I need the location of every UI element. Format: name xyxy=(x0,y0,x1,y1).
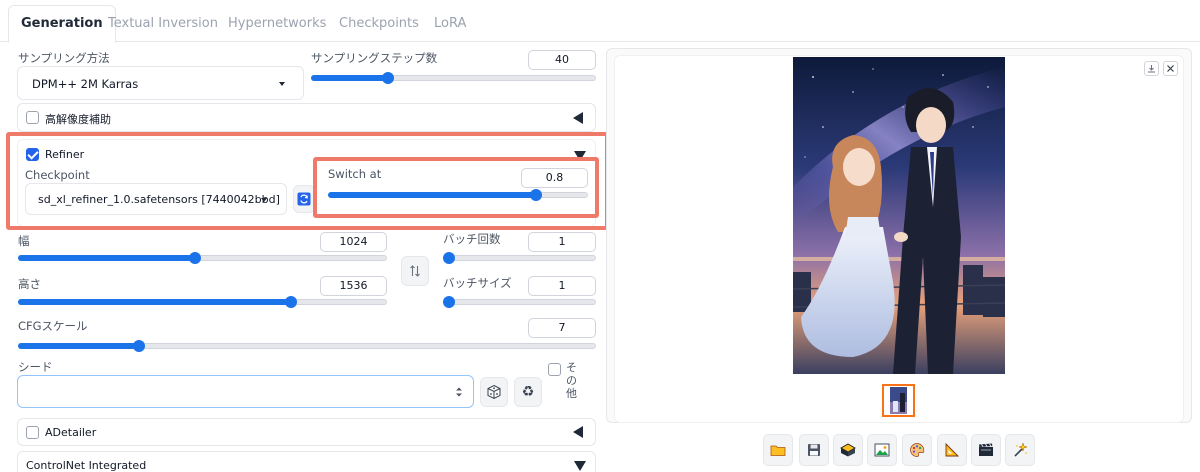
send-to-video-button[interactable] xyxy=(971,434,1001,466)
open-folder-button[interactable] xyxy=(763,434,793,466)
cfg-scale-input[interactable]: 7 xyxy=(528,318,596,338)
palette-icon xyxy=(910,443,925,457)
cfg-scale-label: CFGスケール xyxy=(18,319,88,333)
seed-input[interactable] xyxy=(17,375,474,408)
save-button[interactable] xyxy=(799,434,829,466)
adetailer-checkbox[interactable] xyxy=(26,426,39,439)
film-icon xyxy=(979,443,993,456)
controlnet-accordion[interactable]: ControlNet Integrated xyxy=(17,451,596,472)
batch-size-input[interactable]: 1 xyxy=(528,276,596,296)
batch-count-slider[interactable] xyxy=(443,251,596,265)
spinner-arrows-icon[interactable] xyxy=(455,386,463,398)
generated-image[interactable] xyxy=(793,57,1005,374)
adetailer-accordion[interactable]: ADetailer xyxy=(17,418,596,446)
chevron-down-icon xyxy=(279,82,285,86)
height-input[interactable]: 1536 xyxy=(320,276,387,296)
recycle-icon: ♻ xyxy=(521,384,535,400)
cfg-scale-slider[interactable] xyxy=(18,339,596,353)
sampler-method-select[interactable]: DPM++ 2M Karras xyxy=(17,66,304,100)
seed-extra-label: その他 xyxy=(566,361,577,400)
close-button[interactable] xyxy=(1163,61,1178,76)
sampler-method-value: DPM++ 2M Karras xyxy=(32,77,139,91)
image-icon xyxy=(874,443,890,457)
generate-extra-button[interactable] xyxy=(1005,434,1035,466)
sampling-steps-slider[interactable] xyxy=(311,71,596,85)
switch-at-highlight-box xyxy=(313,157,599,218)
dice-icon xyxy=(487,384,501,400)
tab-bar: Generation Textual Inversion Hypernetwor… xyxy=(0,0,1200,43)
sampling-steps-input[interactable]: 40 xyxy=(528,50,596,70)
swap-arrows-icon xyxy=(410,265,420,277)
height-label: 高さ xyxy=(18,277,41,291)
batch-size-label: バッチサイズ xyxy=(443,276,512,290)
sampler-method-label: サンプリング方法 xyxy=(18,51,110,65)
width-slider[interactable] xyxy=(18,251,387,265)
tab-hypernetworks[interactable]: Hypernetworks xyxy=(216,6,338,42)
reuse-seed-button[interactable]: ♻ xyxy=(514,377,542,407)
sparkle-icon xyxy=(1014,442,1028,457)
send-to-img2img-button[interactable] xyxy=(867,434,897,466)
ruler-icon xyxy=(945,442,960,457)
collapse-left-icon[interactable] xyxy=(573,112,583,124)
swap-dimensions-button[interactable] xyxy=(401,256,429,286)
width-input[interactable]: 1024 xyxy=(320,232,387,252)
width-label: 幅 xyxy=(18,234,30,248)
tab-checkpoints[interactable]: Checkpoints xyxy=(327,6,431,42)
sampling-steps-label: サンプリングステップ数 xyxy=(311,51,438,65)
gallery-thumbnail[interactable] xyxy=(882,384,915,417)
adetailer-label: ADetailer xyxy=(45,426,97,439)
zip-button[interactable] xyxy=(833,434,863,466)
seed-label: シード xyxy=(18,360,53,374)
hires-fix-accordion[interactable]: 高解像度補助 xyxy=(17,103,596,132)
close-icon xyxy=(1167,65,1174,72)
collapse-left-icon[interactable] xyxy=(573,426,583,438)
tab-textual-inversion[interactable]: Textual Inversion xyxy=(96,6,230,42)
tab-lora[interactable]: LoRA xyxy=(422,6,478,42)
download-icon xyxy=(1148,65,1155,73)
send-to-extras-button[interactable] xyxy=(937,434,967,466)
batch-count-input[interactable]: 1 xyxy=(528,232,596,252)
controlnet-label: ControlNet Integrated xyxy=(26,459,147,472)
save-icon xyxy=(808,444,820,456)
seed-extra-checkbox[interactable] xyxy=(548,363,561,376)
hires-fix-checkbox[interactable] xyxy=(26,111,39,124)
expand-down-icon[interactable] xyxy=(574,461,586,471)
download-button[interactable] xyxy=(1144,61,1159,76)
batch-count-label: バッチ回数 xyxy=(443,232,501,246)
random-seed-button[interactable] xyxy=(480,377,508,407)
height-slider[interactable] xyxy=(18,295,387,309)
zip-icon xyxy=(840,443,856,457)
folder-icon xyxy=(770,445,786,456)
send-to-inpaint-button[interactable] xyxy=(902,434,932,466)
batch-size-slider[interactable] xyxy=(443,295,596,309)
hires-fix-label: 高解像度補助 xyxy=(45,113,111,126)
